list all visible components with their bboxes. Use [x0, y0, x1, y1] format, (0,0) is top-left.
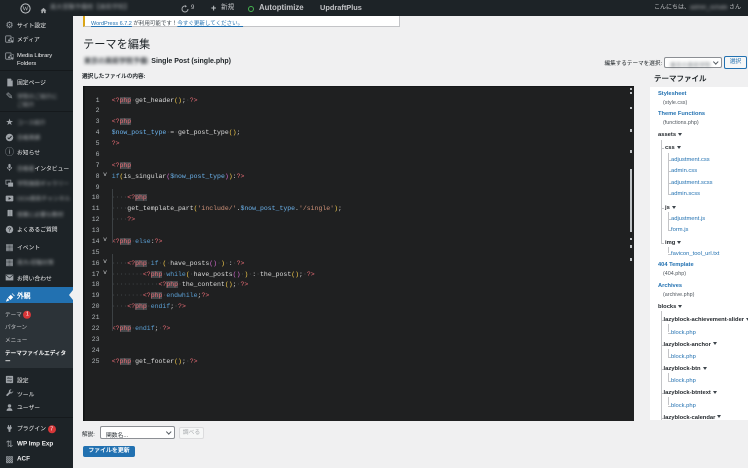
svg-text:W: W [22, 5, 29, 12]
svg-text:?: ? [8, 227, 11, 233]
